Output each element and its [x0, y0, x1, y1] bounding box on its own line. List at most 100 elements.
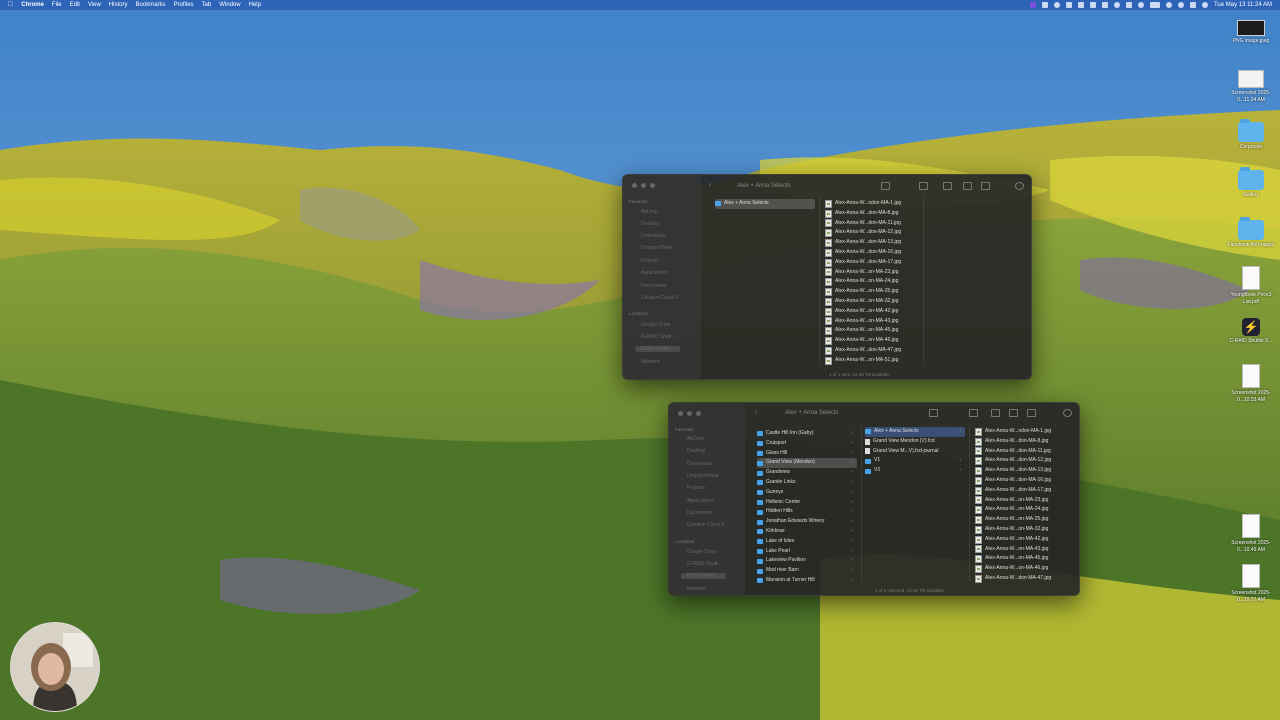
control-center-icon[interactable] [1189, 2, 1196, 8]
list-item[interactable]: Alex-Anna-W...on-MA-45.jpg [825, 326, 925, 336]
creative-cloud-icon[interactable] [1053, 2, 1060, 8]
list-item[interactable]: Cruisport › [757, 439, 857, 449]
desktop-item[interactable]: Screenshot 2025-0...10.27 AM [1223, 564, 1279, 604]
more-actions-icon[interactable] [981, 182, 990, 190]
list-item[interactable]: Alex-Anna-W...don-MA-17.jpg [975, 486, 1075, 496]
list-item[interactable]: Alex-Anna-W...on-MA-32.jpg [975, 525, 1075, 535]
sidebar-item-creative-cloud[interactable]: Creative Cloud F... [641, 295, 682, 301]
sidebar-item-network[interactable]: Network [641, 359, 659, 365]
sidebar-item-downloads[interactable]: Downloads [641, 233, 666, 239]
sidebar-item-desktop[interactable]: Desktop [641, 221, 659, 227]
list-item[interactable]: Grand View (Mendon) › [757, 458, 857, 469]
desktop-item[interactable]: Screenshot 2025-0...10.49 AM [1223, 514, 1279, 554]
group-icon[interactable] [919, 182, 928, 190]
list-item[interactable]: Alex-Anna-W...on-MA-24.jpg [825, 277, 925, 287]
list-item[interactable]: Alex-Anna-W...on-MA-25.jpg [825, 287, 925, 297]
view-columns-icon[interactable] [881, 182, 890, 190]
search-icon[interactable] [1177, 2, 1184, 8]
list-item[interactable]: Alex-Anna-W...don-MA-47.jpg [975, 574, 1075, 584]
list-item[interactable]: Alex-Anna-W...don-MA-12.jpg [975, 456, 1075, 466]
sidebar-item-applications[interactable]: Applications [687, 498, 714, 504]
desktop-item[interactable]: Screenshot 2025-0...10.53 AM [1223, 364, 1279, 404]
menu-app-name[interactable]: Chrome [21, 0, 44, 10]
list-item[interactable]: Alex-Anna-W...on-MA-46.jpg [825, 336, 925, 346]
sidebar-item-projects[interactable]: Projects [641, 258, 659, 264]
list-item[interactable]: Jonathan Edwards Winery › [757, 517, 857, 527]
list-item[interactable]: Alex + Anna Selects › [865, 427, 965, 437]
play-icon[interactable] [1113, 2, 1120, 8]
desktop-item[interactable]: ⚡ C-RAID Shuttle S... [1223, 318, 1279, 345]
list-item[interactable]: Alex-Anna-W...on-MA-51.jpg [825, 356, 925, 366]
menu-window[interactable]: Window [219, 0, 240, 10]
view-columns-icon[interactable] [929, 409, 938, 417]
share-icon[interactable] [943, 182, 952, 190]
menu-profiles[interactable]: Profiles [174, 0, 194, 10]
siri-icon[interactable] [1201, 2, 1208, 8]
list-item[interactable]: Kirkbrae › [757, 527, 857, 537]
list-item[interactable]: Alex-Anna-W...don-MA-16.jpg [975, 476, 1075, 486]
sidebar-item-airdrop[interactable]: AirDrop [687, 436, 704, 442]
list-item[interactable]: Lake Pearl › [757, 547, 857, 557]
list-item[interactable]: Alex-Anna-W...on-MA-23.jpg [975, 496, 1075, 506]
sidebar-item-applications[interactable]: Applications [641, 270, 668, 276]
sidebar-item-documents[interactable]: Documents [641, 283, 666, 289]
zoom-button[interactable] [696, 411, 701, 416]
wifi-icon[interactable] [1165, 2, 1172, 8]
list-item[interactable]: Alex-Anna-W...on-MA-46.jpg [975, 564, 1075, 574]
battery-icon[interactable] [1149, 2, 1160, 8]
desktop-item[interactable]: Gallery [1223, 167, 1279, 199]
list-item[interactable]: V2 › [865, 466, 965, 476]
list-item[interactable]: V1 › [865, 456, 965, 466]
list-item[interactable]: Hellenic Center › [757, 498, 857, 508]
menu-extra-icon[interactable] [1125, 2, 1132, 8]
sidebar-item-dropbox[interactable]: Dropbox/Wine [641, 245, 673, 251]
list-item[interactable]: Alex-Anna-W...don-MA-16.jpg [825, 248, 925, 258]
list-item[interactable]: Grand View M...V).fcd-journal [865, 447, 965, 457]
desktop-item[interactable]: Corporate [1223, 119, 1279, 151]
google-drive-icon[interactable] [1077, 2, 1084, 8]
close-button[interactable] [678, 411, 683, 416]
sidebar-item-google-drive[interactable]: Google Drive [641, 322, 670, 328]
desktop-item[interactable]: Screenshot 2025-0...11.24 AM [1223, 70, 1279, 104]
search-icon[interactable] [1063, 409, 1072, 417]
tag-icon[interactable] [963, 182, 972, 190]
finder-window[interactable]: Favorites AirDrop Desktop Downloads Drop… [668, 402, 1080, 596]
dropbox-icon[interactable] [1065, 2, 1072, 8]
sidebar-item-google-drive[interactable]: Google Drive [687, 549, 716, 555]
list-item[interactable]: Alex-Anna-W...ndon-MA-1.jpg [825, 199, 925, 209]
menu-extra-icon[interactable] [1089, 2, 1096, 8]
list-item[interactable]: Alex + Anna Selects › [715, 199, 815, 209]
share-icon[interactable] [991, 409, 1000, 417]
menu-help[interactable]: Help [249, 0, 261, 10]
back-button[interactable]: ‹ [709, 180, 712, 189]
finder-window[interactable]: Favorites AirDrop Desktop Downloads Drop… [622, 174, 1032, 380]
group-icon[interactable] [969, 409, 978, 417]
desktop-item[interactable]: YoungBook Price3 List.pdf [1223, 266, 1279, 306]
search-icon[interactable] [1015, 182, 1024, 190]
sidebar-item-documents[interactable]: Documents [687, 510, 712, 516]
list-item[interactable]: Alex-Anna-W...on-MA-42.jpg [975, 535, 1075, 545]
list-item[interactable]: Castle Hill Inn (Gaby) › [757, 429, 857, 439]
menu-history[interactable]: History [109, 0, 128, 10]
list-item[interactable]: Grandview › [757, 468, 857, 478]
list-item[interactable]: Alex-Anna-W...on-MA-23.jpg [825, 268, 925, 278]
list-item[interactable]: Alex-Anna-W...don-MA-8.jpg [975, 437, 1075, 447]
list-item[interactable]: Glass Hill › [757, 449, 857, 459]
list-item[interactable]: Alex-Anna-W...don-MA-17.jpg [825, 258, 925, 268]
list-item[interactable]: Grand View Mendon (V).fcd [865, 437, 965, 447]
focus-moon-icon[interactable] [1137, 2, 1144, 8]
menu-bookmarks[interactable]: Bookmarks [136, 0, 166, 10]
list-item[interactable]: Alex-Anna-W...don-MA-11.jpg [975, 447, 1075, 457]
more-actions-icon[interactable] [1027, 409, 1036, 417]
list-item[interactable]: Alex-Anna-W...ndon-MA-1.jpg [975, 427, 1075, 437]
screen-recording-icon[interactable] [1029, 2, 1036, 8]
menu-edit[interactable]: Edit [70, 0, 80, 10]
minimize-button[interactable] [641, 183, 646, 188]
list-item[interactable]: Alex-Anna-W...on-MA-24.jpg [975, 505, 1075, 515]
menu-view[interactable]: View [88, 0, 101, 10]
list-item[interactable]: Lakeview Pavilion › [757, 556, 857, 566]
back-button[interactable]: ‹ [755, 407, 758, 416]
list-item[interactable]: Alex-Anna-W...don-MA-47.jpg [825, 346, 925, 356]
sidebar-item-creative-cloud[interactable]: Creative Cloud F... [687, 522, 728, 528]
list-item[interactable]: Mansion at Turner Hill › [757, 576, 857, 586]
